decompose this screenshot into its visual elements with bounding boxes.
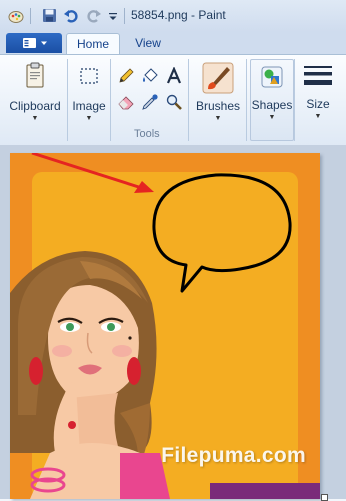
image-button[interactable]: Image ▼ <box>70 59 108 139</box>
pencil-icon <box>119 68 134 83</box>
fill-tool-button[interactable] <box>140 66 160 86</box>
chevron-down-icon: ▼ <box>314 113 322 120</box>
title-bar: 58854.png - Paint <box>0 0 346 32</box>
paint-menu-button[interactable] <box>6 33 62 53</box>
watermark-text: Filepuma.com <box>161 444 306 467</box>
cheek-left <box>52 345 72 357</box>
title-separator <box>124 8 125 24</box>
bottom-strip <box>210 483 320 499</box>
undo-icon[interactable] <box>63 8 79 24</box>
tab-view[interactable]: View <box>128 33 168 53</box>
line-size-icon <box>304 66 332 85</box>
shapes-label: Shapes <box>251 98 293 112</box>
image-label: Image <box>72 99 106 113</box>
brushes-button[interactable]: Brushes ▼ <box>192 59 244 139</box>
color-picker-icon <box>142 94 158 110</box>
clipboard-button[interactable]: Clipboard ▼ <box>4 59 66 139</box>
eraser-icon <box>118 96 134 110</box>
size-label: Size <box>306 97 330 111</box>
group-separator <box>67 59 68 141</box>
earring-left <box>29 357 43 385</box>
group-separator <box>294 59 295 141</box>
size-button[interactable]: Size ▼ <box>297 59 339 139</box>
magnifier-tool-button[interactable] <box>164 92 184 112</box>
redo-icon[interactable] <box>86 8 102 24</box>
canvas-resize-handle[interactable] <box>321 494 328 501</box>
save-icon[interactable] <box>42 8 58 24</box>
brush-icon <box>202 62 234 94</box>
earring-right <box>127 357 141 385</box>
chevron-down-icon: ▼ <box>31 115 39 122</box>
paint-logo-icon[interactable] <box>8 8 24 24</box>
shapes-button[interactable]: Shapes ▼ <box>250 59 294 141</box>
group-separator <box>188 59 189 141</box>
fill-icon <box>143 68 158 82</box>
eraser-tool-button[interactable] <box>116 92 136 112</box>
select-icon <box>80 68 98 84</box>
beauty-mark <box>128 336 132 340</box>
text-icon <box>166 67 182 84</box>
chevron-down-icon: ▼ <box>268 114 276 121</box>
iris-right <box>107 323 115 331</box>
magnifier-icon <box>166 94 182 110</box>
chevron-down-icon: ▼ <box>85 115 93 122</box>
clipboard-label: Clipboard <box>9 99 61 113</box>
chevron-down-icon: ▼ <box>214 115 222 122</box>
tab-home[interactable]: Home <box>66 33 120 55</box>
iris-left <box>66 323 74 331</box>
title-separator <box>30 8 31 24</box>
clipboard-icon <box>26 62 44 88</box>
cheek-right <box>112 345 132 357</box>
tools-group-label: Tools <box>134 128 160 140</box>
customize-dropdown-icon[interactable] <box>108 8 124 24</box>
color-picker-tool-button[interactable] <box>140 92 160 112</box>
window-title: 58854.png - Paint <box>131 8 226 22</box>
ring <box>68 421 76 429</box>
paint-menu-icon <box>23 38 47 48</box>
shapes-icon <box>261 66 283 88</box>
text-tool-button[interactable] <box>164 66 184 86</box>
pencil-tool-button[interactable] <box>116 66 136 86</box>
ribbon: Clipboard ▼ Image ▼ Tools Brushes ▼ Shap… <box>0 54 346 146</box>
group-separator <box>246 59 247 141</box>
drawing-canvas[interactable]: Filepuma.com <box>10 153 320 499</box>
ribbon-tab-row: Home View <box>0 32 346 55</box>
group-separator <box>110 59 111 141</box>
canvas-workspace: Filepuma.com <box>0 145 346 501</box>
brushes-label: Brushes <box>195 99 241 113</box>
